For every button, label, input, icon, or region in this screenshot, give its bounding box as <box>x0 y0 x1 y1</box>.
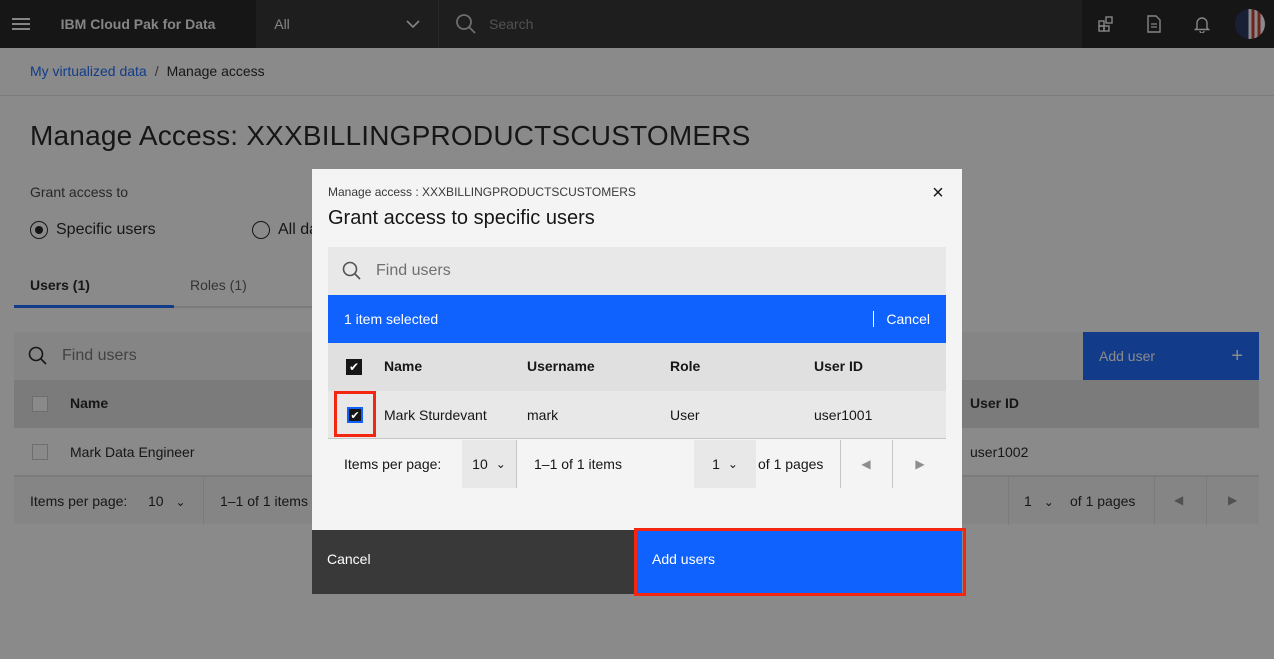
cell-name: Mark Sturdevant <box>384 407 487 423</box>
page-select[interactable]: 1 ⌄ <box>694 440 756 488</box>
cell-role: User <box>670 407 700 423</box>
items-per-page-select[interactable]: 10 ⌄ <box>462 440 516 488</box>
cell-username: mark <box>527 407 559 423</box>
modal-title: Grant access to specific users <box>328 207 595 229</box>
item-range: 1–1 of 1 items <box>534 456 622 472</box>
modal-pagination: Items per page: 10 ⌄ 1–1 of 1 items 1 ⌄ … <box>328 440 946 488</box>
of-pages: of 1 pages <box>758 456 824 472</box>
column-header-user-id: User ID <box>814 358 864 374</box>
row-checkbox[interactable]: ✔ <box>347 407 363 423</box>
grant-access-modal: Manage access : XXXBILLINGPRODUCTSCUSTOM… <box>312 169 966 596</box>
select-all-checkbox[interactable]: ✔ <box>346 359 362 375</box>
batch-cancel-button[interactable]: Cancel <box>873 311 930 327</box>
column-header-role: Role <box>670 358 701 374</box>
divider <box>516 440 517 488</box>
divider <box>892 440 893 488</box>
column-header-name: Name <box>384 358 423 374</box>
modal-find-users-input[interactable]: Find users <box>328 247 946 295</box>
add-users-button[interactable]: Add users <box>635 530 962 594</box>
chevron-down-icon: ⌄ <box>495 457 506 471</box>
column-header-username: Username <box>527 358 595 374</box>
next-page-icon[interactable]: ▶ <box>894 440 946 488</box>
modal-label: Manage access : XXXBILLINGPRODUCTSCUSTOM… <box>328 185 636 199</box>
page-value: 1 <box>712 456 720 472</box>
modal-footer: Cancel Add users <box>312 528 966 596</box>
items-per-page-label: Items per page: <box>344 456 442 472</box>
close-icon[interactable]: × <box>928 182 948 204</box>
cancel-button[interactable]: Cancel <box>312 530 635 594</box>
highlight-box: ✔ <box>334 391 376 437</box>
selected-count: 1 item selected <box>344 311 439 327</box>
cell-user-id: user1001 <box>814 407 873 423</box>
search-icon <box>342 261 361 280</box>
modal-table-header: ✔ Name Username Role User ID <box>328 343 946 391</box>
modal-find-users-placeholder: Find users <box>376 262 451 279</box>
chevron-down-icon: ⌄ <box>727 457 738 471</box>
previous-page-icon[interactable]: ◀ <box>840 440 892 488</box>
batch-action-bar: 1 item selected Cancel <box>328 295 946 343</box>
items-per-page-value: 10 <box>472 456 488 472</box>
table-row: ✔ Mark Sturdevant mark User user1001 <box>328 391 946 439</box>
